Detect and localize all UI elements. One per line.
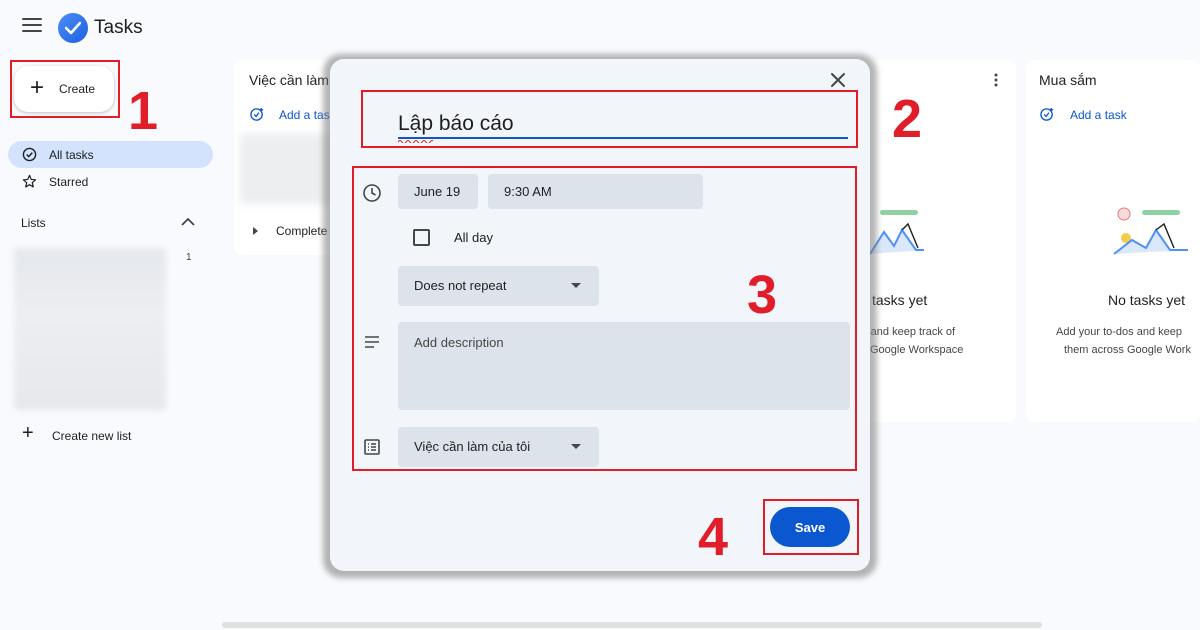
blurred-list-items <box>14 248 166 410</box>
nav-item-starred[interactable]: Starred <box>8 168 213 195</box>
top-bar: Tasks <box>0 0 1200 56</box>
horizontal-scrollbar[interactable] <box>222 622 1042 628</box>
blurred-task <box>240 134 334 204</box>
column-title: Mua sắm <box>1039 72 1097 88</box>
create-new-list-button[interactable]: + Create new list <box>20 422 160 446</box>
empty-state-text: them across Google Work <box>1064 344 1191 356</box>
add-task-icon[interactable] <box>1040 107 1055 122</box>
empty-state-text: Google Workspace <box>870 344 964 356</box>
empty-state-illustration-icon <box>1113 207 1188 255</box>
annotation-step-4: 4 <box>698 507 729 567</box>
annotation-step-2: 2 <box>892 89 923 149</box>
annotation-box-2 <box>361 90 858 148</box>
hamburger-menu-icon[interactable] <box>22 18 42 34</box>
lists-heading: Lists <box>21 216 46 230</box>
add-task-icon[interactable] <box>250 107 265 122</box>
task-list-column-1: Việc cần làm Add a task Complete <box>234 60 336 255</box>
app-title: Tasks <box>94 17 143 38</box>
empty-state-text: Add your to-dos and keep <box>1056 326 1182 338</box>
annotation-box-1 <box>10 60 120 118</box>
nav-item-all-tasks[interactable]: All tasks <box>8 141 213 168</box>
check-circle-icon <box>22 147 37 162</box>
star-icon <box>22 174 37 188</box>
annotation-box-3 <box>352 166 857 471</box>
annotation-step-3: 3 <box>747 265 778 325</box>
plus-icon: + <box>22 422 34 444</box>
list-count-badge: 1 <box>186 252 192 263</box>
empty-state-title: No tasks yet <box>1108 292 1186 308</box>
annotation-step-1: 1 <box>128 81 159 141</box>
nav-item-label: Starred <box>49 175 89 189</box>
empty-state-title: tasks yet <box>872 292 928 308</box>
chevron-up-icon[interactable] <box>180 216 196 228</box>
nav-item-label: All tasks <box>49 148 94 162</box>
column-title: Việc cần làm <box>249 72 329 88</box>
caret-right-icon[interactable] <box>252 226 260 236</box>
add-task-link[interactable]: Add a task <box>1070 108 1127 122</box>
more-vert-icon[interactable] <box>988 72 1004 88</box>
tasks-logo-icon <box>58 13 88 43</box>
close-icon[interactable] <box>829 71 847 89</box>
annotation-box-4 <box>763 499 859 555</box>
task-list-column-3: Mua sắm Add a task No tasks yet Add your… <box>1026 60 1200 422</box>
create-new-list-label: Create new list <box>52 429 132 443</box>
completed-toggle[interactable]: Complete <box>276 224 327 238</box>
